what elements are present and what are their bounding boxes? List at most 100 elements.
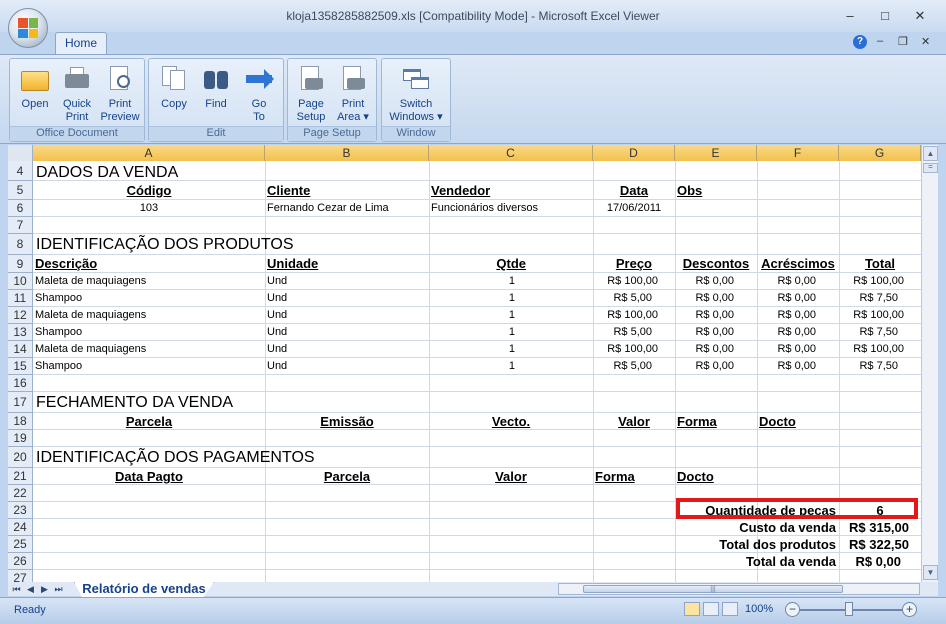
cell-header-descricao[interactable]: Descrição bbox=[35, 255, 97, 272]
cell-total-produtos-value[interactable]: R$ 322,50 bbox=[839, 536, 909, 553]
cell-header-parcela[interactable]: Parcela bbox=[33, 413, 265, 430]
cell-header-valor[interactable]: Valor bbox=[593, 413, 675, 430]
cell-header-data[interactable]: Data bbox=[593, 182, 675, 199]
cell-product-unit[interactable]: Und bbox=[267, 290, 287, 307]
find-button[interactable]: Find bbox=[196, 63, 236, 125]
print-preview-button[interactable]: Print Preview bbox=[100, 63, 140, 125]
cell-header-vecto[interactable]: Vecto. bbox=[429, 413, 593, 430]
cell-header-total[interactable]: Total bbox=[839, 255, 921, 272]
cell-product-addition[interactable]: R$ 0,00 bbox=[757, 273, 816, 290]
column-header-b[interactable]: B bbox=[265, 145, 429, 161]
scroll-thumb[interactable]: = bbox=[923, 163, 938, 173]
cell-product-addition[interactable]: R$ 0,00 bbox=[757, 324, 816, 341]
cell-product-desc[interactable]: Shampoo bbox=[35, 290, 82, 307]
horizontal-scroll-thumb[interactable]: ||| bbox=[583, 585, 843, 593]
workbook-minimize-button[interactable]: – bbox=[877, 35, 883, 47]
row-header[interactable]: 7 bbox=[8, 217, 33, 234]
cell-product-discount[interactable]: R$ 0,00 bbox=[675, 273, 734, 290]
cell-product-addition[interactable]: R$ 0,00 bbox=[757, 307, 816, 324]
cell-header-pagto-docto[interactable]: Docto bbox=[677, 468, 714, 485]
row-header[interactable]: 27 bbox=[8, 570, 33, 582]
go-to-button[interactable]: Go To bbox=[239, 63, 279, 125]
cell-header-obs[interactable]: Obs bbox=[677, 182, 702, 199]
help-icon[interactable]: ? bbox=[853, 35, 867, 49]
row-header[interactable]: 17 bbox=[8, 392, 33, 413]
cell-header-codigo[interactable]: Código bbox=[33, 182, 265, 199]
cell-product-price[interactable]: R$ 5,00 bbox=[593, 290, 652, 307]
maximize-button[interactable]: □ bbox=[875, 9, 895, 23]
row-header[interactable]: 25 bbox=[8, 536, 33, 553]
zoom-level[interactable]: 100% bbox=[745, 603, 773, 615]
zoom-slider-thumb[interactable] bbox=[845, 602, 853, 616]
cell-header-data-pagto[interactable]: Data Pagto bbox=[33, 468, 265, 485]
cell-product-desc[interactable]: Shampoo bbox=[35, 324, 82, 341]
row-header[interactable]: 10 bbox=[8, 273, 33, 290]
cell-product-desc[interactable]: Maleta de maquiagens bbox=[35, 307, 146, 324]
cell-header-vendedor[interactable]: Vendedor bbox=[431, 182, 490, 199]
column-header-g[interactable]: G bbox=[839, 145, 921, 161]
cell-product-unit[interactable]: Und bbox=[267, 358, 287, 375]
cell-product-price[interactable]: R$ 100,00 bbox=[593, 273, 658, 290]
cell-product-addition[interactable]: R$ 0,00 bbox=[757, 290, 816, 307]
row-header[interactable]: 4 bbox=[8, 161, 33, 181]
cell-total-venda-value[interactable]: R$ 0,00 bbox=[839, 553, 901, 570]
workbook-close-button[interactable]: ✕ bbox=[921, 35, 930, 48]
quick-print-button[interactable]: Quick Print bbox=[57, 63, 97, 125]
scroll-up-button[interactable]: ▲ bbox=[923, 146, 938, 161]
cell-header-unidade[interactable]: Unidade bbox=[267, 255, 318, 272]
sheet-tab-relatorio[interactable]: Relatório de vendas bbox=[74, 582, 214, 598]
cell-vendedor-value[interactable]: Funcionários diversos bbox=[431, 200, 538, 217]
cell-header-pagto-forma[interactable]: Forma bbox=[595, 468, 635, 485]
cell-product-total[interactable]: R$ 100,00 bbox=[839, 307, 904, 324]
row-header[interactable]: 16 bbox=[8, 375, 33, 392]
cell-total-venda-label[interactable]: Total da venda bbox=[608, 553, 836, 570]
cell-product-discount[interactable]: R$ 0,00 bbox=[675, 290, 734, 307]
select-all-corner[interactable] bbox=[8, 145, 33, 161]
switch-windows-button[interactable]: Switch Windows ▾ bbox=[388, 63, 444, 125]
cell-product-desc[interactable]: Maleta de maquiagens bbox=[35, 341, 146, 358]
row-header[interactable]: 18 bbox=[8, 413, 33, 430]
first-sheet-button[interactable]: ⏮ bbox=[10, 582, 23, 596]
column-header-a[interactable]: A bbox=[33, 145, 265, 161]
cell-header-preco[interactable]: Preço bbox=[593, 255, 652, 272]
row-header[interactable]: 13 bbox=[8, 324, 33, 341]
cell-header-cliente[interactable]: Cliente bbox=[267, 182, 310, 199]
prev-sheet-button[interactable]: ◀ bbox=[24, 582, 37, 596]
row-header[interactable]: 12 bbox=[8, 307, 33, 324]
cell-product-price[interactable]: R$ 100,00 bbox=[593, 341, 658, 358]
cell-product-qty[interactable]: 1 bbox=[429, 341, 515, 358]
scroll-down-button[interactable]: ▼ bbox=[923, 565, 938, 580]
cell-product-total[interactable]: R$ 100,00 bbox=[839, 273, 904, 290]
next-sheet-button[interactable]: ▶ bbox=[38, 582, 51, 596]
page-layout-view-icon[interactable] bbox=[703, 602, 719, 616]
cell-header-descontos[interactable]: Descontos bbox=[675, 255, 757, 272]
column-header-c[interactable]: C bbox=[429, 145, 593, 161]
cell-product-price[interactable]: R$ 5,00 bbox=[593, 324, 652, 341]
column-header-f[interactable]: F bbox=[757, 145, 839, 161]
cell-product-addition[interactable]: R$ 0,00 bbox=[757, 341, 816, 358]
cell-product-total[interactable]: R$ 7,50 bbox=[839, 358, 898, 375]
row-header[interactable]: 8 bbox=[8, 234, 33, 255]
cell-product-unit[interactable]: Und bbox=[267, 307, 287, 324]
cell-product-discount[interactable]: R$ 0,00 bbox=[675, 307, 734, 324]
cell-product-qty[interactable]: 1 bbox=[429, 307, 515, 324]
cell-product-price[interactable]: R$ 5,00 bbox=[593, 358, 652, 375]
normal-view-icon[interactable] bbox=[684, 602, 700, 616]
cell-product-discount[interactable]: R$ 0,00 bbox=[675, 341, 734, 358]
page-setup-button[interactable]: Page Setup bbox=[291, 63, 331, 125]
row-header[interactable]: 19 bbox=[8, 430, 33, 447]
row-header[interactable]: 9 bbox=[8, 255, 33, 273]
tab-home[interactable]: Home bbox=[55, 32, 107, 54]
cell-data-value[interactable]: 17/06/2011 bbox=[593, 200, 675, 217]
section-title-produtos[interactable]: IDENTIFICAÇÃO DOS PRODUTOS bbox=[36, 236, 294, 253]
cell-product-unit[interactable]: Und bbox=[267, 273, 287, 290]
cell-custo-label[interactable]: Custo da venda bbox=[608, 519, 836, 536]
cell-product-unit[interactable]: Und bbox=[267, 324, 287, 341]
row-header[interactable]: 22 bbox=[8, 485, 33, 502]
cell-custo-value[interactable]: R$ 315,00 bbox=[839, 519, 909, 536]
row-header[interactable]: 6 bbox=[8, 200, 33, 217]
zoom-out-button[interactable]: − bbox=[785, 602, 800, 617]
row-header[interactable]: 15 bbox=[8, 358, 33, 375]
section-title-pagamentos[interactable]: IDENTIFICAÇÃO DOS PAGAMENTOS bbox=[36, 449, 315, 466]
page-break-view-icon[interactable] bbox=[722, 602, 738, 616]
